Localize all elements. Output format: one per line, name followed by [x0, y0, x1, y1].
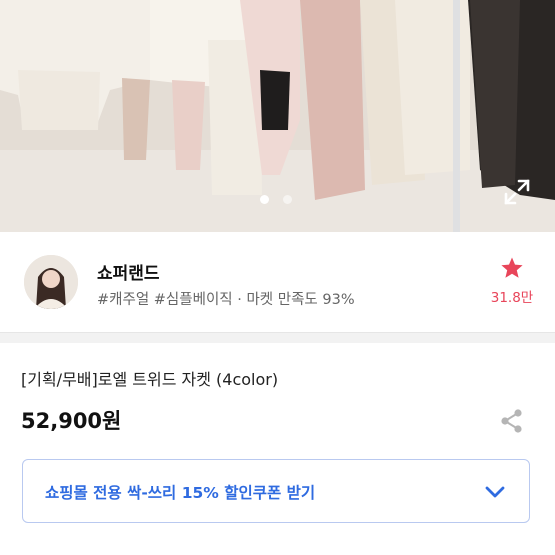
shop-meta: #캐주얼 #심플베이직 · 마켓 만족도 93% — [97, 292, 355, 308]
product-title: [기획/무배]로엘 트위드 자켓 (4color) — [21, 370, 279, 389]
section-divider — [0, 332, 555, 343]
favorite-button[interactable]: 31.8만 — [484, 256, 540, 306]
expand-icon[interactable] — [503, 178, 531, 206]
carousel-dot-active[interactable] — [260, 195, 269, 204]
star-icon — [501, 257, 523, 278]
carousel-indicators — [260, 195, 292, 204]
seller-row[interactable]: 쇼퍼랜드 #캐주얼 #심플베이직 · 마켓 만족도 93% 31.8만 — [0, 232, 555, 332]
avatar-image — [24, 255, 78, 309]
coupon-button[interactable]: 쇼핑몰 전용 싹-쓰리 15% 할인쿠폰 받기 — [22, 459, 530, 523]
share-icon[interactable] — [499, 408, 525, 434]
chevron-down-icon — [485, 486, 505, 498]
coupon-label: 쇼핑몰 전용 싹-쓰리 15% 할인쿠폰 받기 — [45, 484, 316, 502]
avatar[interactable] — [24, 255, 78, 309]
carousel-dot[interactable] — [283, 195, 292, 204]
shop-name[interactable]: 쇼퍼랜드 — [97, 259, 160, 284]
favorite-count: 31.8만 — [490, 290, 534, 306]
product-image-carousel[interactable] — [0, 0, 555, 232]
product-price: 52,900원 — [21, 409, 122, 433]
